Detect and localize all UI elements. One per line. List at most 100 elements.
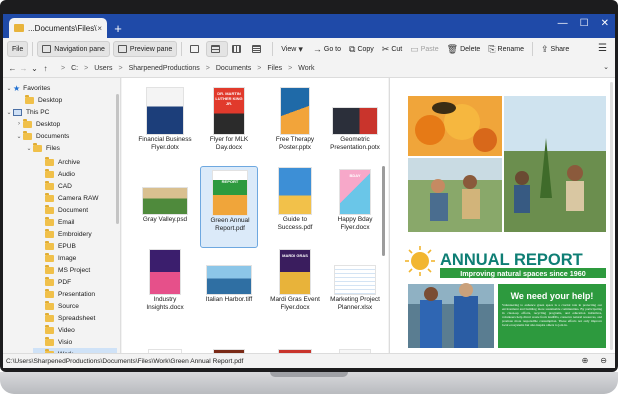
expand-chevron-icon[interactable]: › xyxy=(15,121,23,127)
file-item[interactable]: ANNUAL REPORT Green Annual Report.pdf xyxy=(200,166,258,248)
rename-button[interactable]: ⎘ Rename xyxy=(484,41,528,57)
sidebar-item-files[interactable]: ⌄ Files xyxy=(25,142,60,154)
preview-pane-button[interactable]: Preview pane xyxy=(112,41,178,57)
sidebar-folder-item[interactable]: PDF xyxy=(33,276,71,288)
share-button[interactable]: ⇪ Share xyxy=(537,41,573,57)
preview-photo-volunteers xyxy=(408,158,502,232)
file-item[interactable]: Guide to Success.pdf xyxy=(266,166,324,248)
back-arrow-icon[interactable]: ← xyxy=(7,64,18,73)
sidebar-folder-item[interactable]: Image xyxy=(33,252,76,264)
sidebar-folder-item[interactable]: Video xyxy=(33,324,75,336)
file-thumbnail xyxy=(335,266,375,294)
file-item[interactable]: Free Therapy Poster.pptx xyxy=(266,86,324,168)
breadcrumb-item[interactable]: SharpenedProductions xyxy=(129,65,200,72)
sidebar-folder-item[interactable]: EPUB xyxy=(33,240,76,252)
collapse-chevron-icon[interactable]: ⌄ xyxy=(25,145,33,152)
sidebar-folder-item[interactable]: Email xyxy=(33,216,75,228)
copy-button[interactable]: ⧉ Copy xyxy=(345,41,378,57)
go-to-button[interactable]: → Go to xyxy=(309,41,345,57)
file-menu-label: File xyxy=(12,45,24,53)
file-item[interactable]: Marketing Project Planner.xlsx xyxy=(326,246,384,328)
tab-close-icon[interactable]: × xyxy=(97,24,102,33)
thumbnail-text: DR. MARTIN LUTHER KING JR. xyxy=(215,91,243,106)
rename-label: Rename xyxy=(497,45,524,53)
file-item[interactable]: MEMORIAL DAY xyxy=(266,326,324,353)
paste-button[interactable]: ▭ Paste xyxy=(406,41,442,57)
file-item[interactable]: BDAY Happy Bday Flyer.docx xyxy=(326,166,384,248)
sidebar-item-label: Camera RAW xyxy=(58,194,99,202)
delete-button[interactable]: 🗑 Delete xyxy=(443,41,485,57)
view-list-button[interactable] xyxy=(206,41,229,57)
zoom-in-icon[interactable]: ⊕ xyxy=(582,356,589,365)
recent-dropdown-icon[interactable]: ⌄ xyxy=(29,64,40,73)
breadcrumb[interactable]: > C: > Users > SharpenedProductions > Do… xyxy=(55,62,595,76)
forward-arrow-icon[interactable]: → xyxy=(18,64,29,73)
view-details-button[interactable] xyxy=(248,41,268,57)
file-thumbnail xyxy=(279,168,311,214)
file-item[interactable]: Italian Harbor.tiff xyxy=(200,246,258,328)
breadcrumb-item[interactable]: Documents xyxy=(216,65,251,72)
sidebar-folder-item[interactable]: CAD xyxy=(33,180,72,192)
sidebar-item-favorites-desktop[interactable]: Desktop xyxy=(25,94,62,106)
file-item[interactable] xyxy=(136,326,194,353)
view-grid-button[interactable] xyxy=(228,41,248,57)
file-item[interactable]: MARDI GRAS Mardi Gras Event Flyer.docx xyxy=(266,246,324,328)
sidebar-folder-item[interactable]: MS Project xyxy=(33,264,90,276)
window-controls: — ☐ ✕ xyxy=(558,18,609,29)
address-dropdown-icon[interactable]: ⌄ xyxy=(603,63,609,71)
file-grid: Financial Business Flyer.dotx DR. MARTIN … xyxy=(122,78,388,353)
file-item[interactable] xyxy=(326,326,384,353)
tab-work[interactable]: ...Documents\Files\Work × xyxy=(9,18,107,38)
file-item[interactable]: Industry Insights.docx xyxy=(136,246,194,328)
file-item[interactable]: Financial Business Flyer.dotx xyxy=(136,86,194,168)
collapse-chevron-icon[interactable]: ⌄ xyxy=(5,109,13,116)
list-view-icon xyxy=(211,45,221,53)
maximize-button[interactable]: ☐ xyxy=(580,18,589,29)
sidebar-folder-item[interactable]: Archive xyxy=(33,156,80,168)
preview-scrollbar[interactable] xyxy=(610,82,613,350)
file-item[interactable]: THANKS GIVING xyxy=(200,326,258,353)
view-menu-button[interactable]: View ▾ xyxy=(277,41,309,57)
sidebar-folder-item[interactable]: Presentation xyxy=(33,288,95,300)
file-thumbnail xyxy=(147,88,183,134)
sidebar-folder-item[interactable]: Spreadsheet xyxy=(33,312,95,324)
up-arrow-icon[interactable]: ↑ xyxy=(40,64,51,73)
breadcrumb-item[interactable]: Files xyxy=(267,65,282,72)
collapse-chevron-icon[interactable]: ⌄ xyxy=(5,85,13,92)
sidebar-item-label: Audio xyxy=(58,170,75,178)
sidebar-folder-item[interactable]: Source xyxy=(33,300,79,312)
sidebar-item-this-pc[interactable]: ⌄ This PC xyxy=(5,106,49,118)
file-grid-scrollbar[interactable] xyxy=(382,166,385,256)
file-item[interactable]: DR. MARTIN LUTHER KING JR. Flyer for MLK … xyxy=(200,86,258,168)
file-item[interactable]: Geometric Presentation.potx xyxy=(326,86,384,168)
sidebar-item-favorites[interactable]: ⌄ ★ Favorites xyxy=(5,82,50,94)
folder-icon xyxy=(45,336,54,346)
cut-button[interactable]: ✂ Cut xyxy=(378,41,406,57)
file-item[interactable]: Gray Valley.psd xyxy=(136,166,194,248)
collapse-chevron-icon[interactable]: ⌄ xyxy=(15,133,23,140)
file-menu-button[interactable]: File xyxy=(7,41,29,57)
folder-icon xyxy=(45,240,54,250)
status-path: C:\Users\SharpenedProductions\Documents\… xyxy=(6,357,244,365)
sidebar-folder-item[interactable]: Embroidery xyxy=(33,228,92,240)
folder-icon xyxy=(45,156,54,166)
hamburger-menu-icon[interactable]: ☰ xyxy=(598,43,607,54)
close-button[interactable]: ✕ xyxy=(601,18,609,29)
breadcrumb-item[interactable]: Work xyxy=(298,65,314,72)
sidebar-folder-item[interactable]: Visio xyxy=(33,336,72,348)
new-tab-button[interactable]: + xyxy=(109,18,127,38)
sidebar-scrollbar[interactable] xyxy=(116,94,119,224)
sidebar-item-desktop[interactable]: › Desktop xyxy=(15,118,60,130)
view-square-button[interactable] xyxy=(186,41,206,57)
sidebar-folder-item[interactable]: Document xyxy=(33,204,88,216)
sidebar-folder-item[interactable]: Camera RAW xyxy=(33,192,98,204)
breadcrumb-item[interactable]: Users xyxy=(94,65,112,72)
sidebar-folder-item[interactable]: Audio xyxy=(33,168,75,180)
breadcrumb-item[interactable]: C: xyxy=(71,65,78,72)
navigation-pane-button[interactable]: Navigation pane xyxy=(37,41,110,57)
zoom-out-icon[interactable]: ⊖ xyxy=(600,356,607,365)
sidebar-item-documents[interactable]: ⌄ Documents xyxy=(15,130,69,142)
preview-pane-label: Preview pane xyxy=(129,45,173,53)
folder-icon xyxy=(14,24,24,32)
minimize-button[interactable]: — xyxy=(558,18,568,29)
